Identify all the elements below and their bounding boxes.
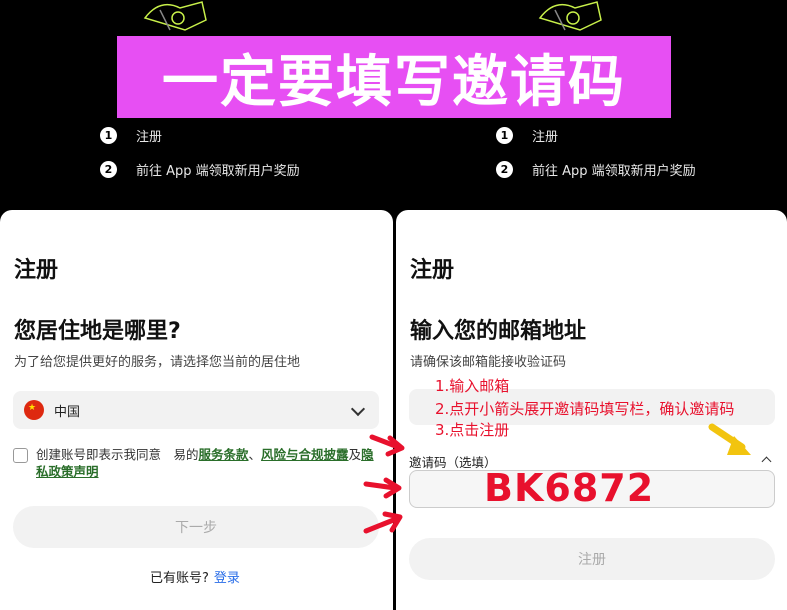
step-number: 1 [496,127,513,144]
step-label: 注册 [136,130,163,145]
terms-link[interactable]: 服务条款 [199,447,249,462]
step-2: 2 前往 App 端领取新用户奖励 [100,160,300,179]
next-button[interactable]: 下一步 [13,506,379,548]
step-label: 注册 [532,130,559,145]
page-title: 注册 [14,258,59,283]
agree-prefix: 创建账号即表示我同意 易的 [36,447,199,462]
have-account-text: 已有账号? [150,571,209,586]
banner-text: 一定要填写邀请码 [162,49,626,115]
agree-text: 创建账号即表示我同意 易的服务条款、风险与合规披露及隐私政策声明 [36,446,381,480]
email-heading: 输入您的邮箱地址 [410,319,587,344]
annotation-3: 3.点击注册 [435,421,510,439]
step-number: 2 [100,161,117,178]
page-title: 注册 [410,258,455,283]
country-value: 中国 [54,404,81,420]
agree-and: 及 [348,447,362,462]
invite-code-banner: 一定要填写邀请码 [117,36,671,118]
step-number: 1 [100,127,117,144]
annotation-1: 1.输入邮箱 [435,377,510,395]
illustration-icon [538,1,602,31]
agree-checkbox[interactable] [13,448,28,463]
china-flag-icon [24,400,44,420]
email-subtitle: 请确保该邮箱能接收验证码 [410,355,567,370]
invite-code-value: BK6872 [484,466,655,510]
login-link[interactable]: 登录 [214,571,240,586]
residence-subtitle: 为了给您提供更好的服务，请选择您当前的居住地 [14,355,301,370]
chevron-down-icon [350,401,366,417]
residence-heading: 您居住地是哪里? [14,319,181,344]
step-label: 前往 App 端领取新用户奖励 [136,164,300,179]
agree-separator: 、 [248,447,262,462]
step-2: 2 前往 App 端领取新用户奖励 [496,160,696,179]
illustration-icon [143,1,207,31]
annotation-2: 2.点开小箭头展开邀请码填写栏，确认邀请码 [435,400,735,418]
login-prompt: 已有账号? 登录 [150,567,240,586]
country-select[interactable]: 中国 [13,391,379,429]
step-1: 1 注册 [100,126,162,145]
step-number: 2 [496,161,513,178]
signup-button[interactable]: 注册 [409,538,775,580]
risk-link[interactable]: 风险与合规披露 [261,447,349,462]
step-1: 1 注册 [496,126,558,145]
step-label: 前往 App 端领取新用户奖励 [532,164,696,179]
